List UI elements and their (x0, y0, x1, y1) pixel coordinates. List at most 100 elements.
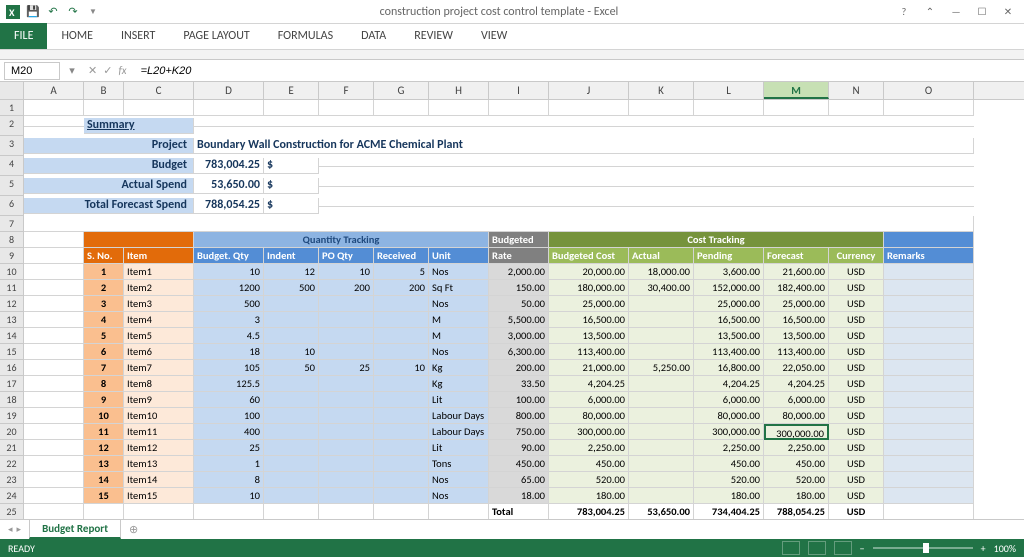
undo-icon[interactable]: ↶ (46, 5, 60, 19)
zoom-slider[interactable] (873, 547, 973, 549)
cell-actual[interactable] (629, 344, 694, 360)
cell-pending[interactable]: 13,500.00 (694, 328, 764, 344)
row-header[interactable]: 25 (0, 504, 24, 520)
cell-forecast[interactable]: 450.00 (764, 456, 829, 472)
fx-accept-icon[interactable]: ✓ (103, 64, 112, 77)
cell-bcost[interactable]: 20,000.00 (549, 264, 629, 280)
cell-recv[interactable] (374, 472, 429, 488)
cell-sno[interactable]: 13 (84, 456, 124, 472)
cell-unit[interactable]: Kg (429, 376, 489, 392)
cell-pending[interactable]: 3,600.00 (694, 264, 764, 280)
cell-indent[interactable] (264, 472, 319, 488)
col-header[interactable]: B (84, 82, 124, 99)
row-header[interactable]: 10 (0, 264, 24, 280)
cell-bqty[interactable]: 60 (194, 392, 264, 408)
cell-pending[interactable]: 152,000.00 (694, 280, 764, 296)
cell-forecast[interactable]: 16,500.00 (764, 312, 829, 328)
cell-currency[interactable]: USD (829, 296, 884, 312)
cell-forecast[interactable]: 520.00 (764, 472, 829, 488)
cell-rate[interactable]: 18.00 (489, 488, 549, 504)
cell-currency[interactable]: USD (829, 488, 884, 504)
cell-item[interactable]: Item1 (124, 264, 194, 280)
cell-pending[interactable]: 16,800.00 (694, 360, 764, 376)
cell-unit[interactable]: Labour Days (429, 408, 489, 424)
cell-forecast[interactable]: 180.00 (764, 488, 829, 504)
cell-remarks[interactable] (884, 360, 974, 376)
cell-recv[interactable] (374, 376, 429, 392)
tab-page-layout[interactable]: PAGE LAYOUT (169, 23, 263, 49)
cell-unit[interactable]: Nos (429, 296, 489, 312)
row-header[interactable]: 17 (0, 376, 24, 392)
cell-actual[interactable] (629, 328, 694, 344)
cell-item[interactable]: Item15 (124, 488, 194, 504)
cell-indent[interactable] (264, 440, 319, 456)
cell-sno[interactable]: 4 (84, 312, 124, 328)
row-header[interactable]: 11 (0, 280, 24, 296)
cell-poqty[interactable] (319, 440, 374, 456)
cell-currency[interactable]: USD (829, 360, 884, 376)
cell-remarks[interactable] (884, 472, 974, 488)
cell-sno[interactable]: 15 (84, 488, 124, 504)
cell-indent[interactable]: 50 (264, 360, 319, 376)
cell-remarks[interactable] (884, 376, 974, 392)
cell-rate[interactable]: 750.00 (489, 424, 549, 440)
tab-home[interactable]: HOME (47, 23, 107, 49)
cell-actual[interactable]: 5,250.00 (629, 360, 694, 376)
cell-item[interactable]: Item12 (124, 440, 194, 456)
cell-unit[interactable]: Labour Days (429, 424, 489, 440)
cell-pending[interactable]: 80,000.00 (694, 408, 764, 424)
cell-unit[interactable]: Kg (429, 360, 489, 376)
cell-remarks[interactable] (884, 280, 974, 296)
cell-forecast[interactable]: 4,204.25 (764, 376, 829, 392)
cell-bqty[interactable]: 8 (194, 472, 264, 488)
row-header[interactable]: 5 (0, 176, 24, 196)
cell-actual[interactable] (629, 440, 694, 456)
row-header[interactable]: 12 (0, 296, 24, 312)
view-normal-icon[interactable] (782, 541, 800, 555)
cell-bqty[interactable]: 100 (194, 408, 264, 424)
cell-indent[interactable] (264, 296, 319, 312)
col-header[interactable]: J (549, 82, 629, 99)
cell-poqty[interactable] (319, 408, 374, 424)
cell-poqty[interactable] (319, 328, 374, 344)
view-page-layout-icon[interactable] (808, 541, 826, 555)
cell-remarks[interactable] (884, 488, 974, 504)
cell-item[interactable]: Item13 (124, 456, 194, 472)
redo-icon[interactable]: ↷ (66, 5, 80, 19)
cell-currency[interactable]: USD (829, 312, 884, 328)
row-header[interactable]: 14 (0, 328, 24, 344)
save-icon[interactable]: 💾 (26, 5, 40, 19)
name-box[interactable] (4, 62, 60, 80)
cell-rate[interactable]: 33.50 (489, 376, 549, 392)
cell-poqty[interactable]: 10 (319, 264, 374, 280)
cell-indent[interactable]: 12 (264, 264, 319, 280)
cell-bqty[interactable]: 1200 (194, 280, 264, 296)
cell-rate[interactable]: 800.00 (489, 408, 549, 424)
cell-indent[interactable] (264, 408, 319, 424)
cell-remarks[interactable] (884, 408, 974, 424)
cell-bqty[interactable]: 1 (194, 456, 264, 472)
col-header[interactable]: A (24, 82, 84, 99)
cell-poqty[interactable] (319, 344, 374, 360)
cell-poqty[interactable] (319, 312, 374, 328)
row-header[interactable]: 23 (0, 472, 24, 488)
zoom-level[interactable]: 100% (994, 542, 1016, 555)
cell-remarks[interactable] (884, 296, 974, 312)
col-header[interactable]: C (124, 82, 194, 99)
cell-rate[interactable]: 6,300.00 (489, 344, 549, 360)
cell-poqty[interactable]: 25 (319, 360, 374, 376)
row-header[interactable]: 13 (0, 312, 24, 328)
col-header[interactable]: O (884, 82, 974, 99)
row-header[interactable]: 7 (0, 216, 24, 232)
cell-item[interactable]: Item11 (124, 424, 194, 440)
row-header[interactable]: 4 (0, 156, 24, 176)
cell-forecast[interactable]: 182,400.00 (764, 280, 829, 296)
cell-rate[interactable]: 3,000.00 (489, 328, 549, 344)
row-header[interactable]: 19 (0, 408, 24, 424)
cell-rate[interactable]: 450.00 (489, 456, 549, 472)
cell-actual[interactable]: 18,000.00 (629, 264, 694, 280)
cell-indent[interactable] (264, 424, 319, 440)
cell-bqty[interactable]: 125.5 (194, 376, 264, 392)
cell-recv[interactable] (374, 344, 429, 360)
cell-item[interactable]: Item8 (124, 376, 194, 392)
